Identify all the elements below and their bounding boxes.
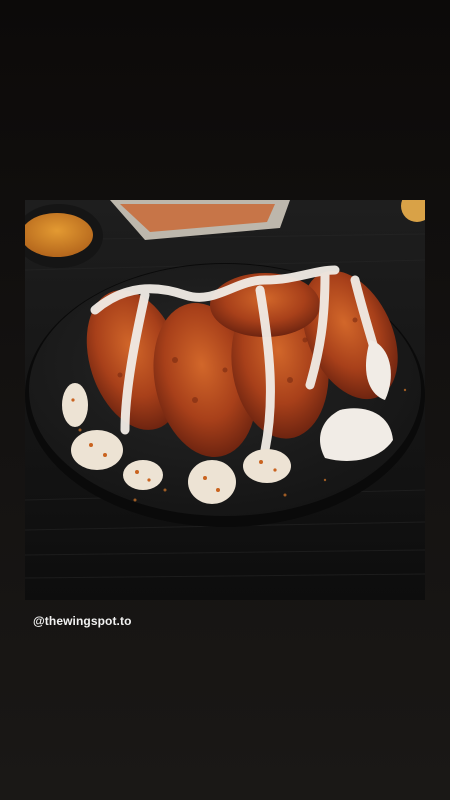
story-viewer[interactable]: @thewingspot.to bbox=[0, 0, 450, 800]
wings-plate-image bbox=[25, 200, 425, 600]
credit-handle[interactable]: @thewingspot.to bbox=[33, 614, 132, 628]
story-photo bbox=[25, 200, 425, 600]
